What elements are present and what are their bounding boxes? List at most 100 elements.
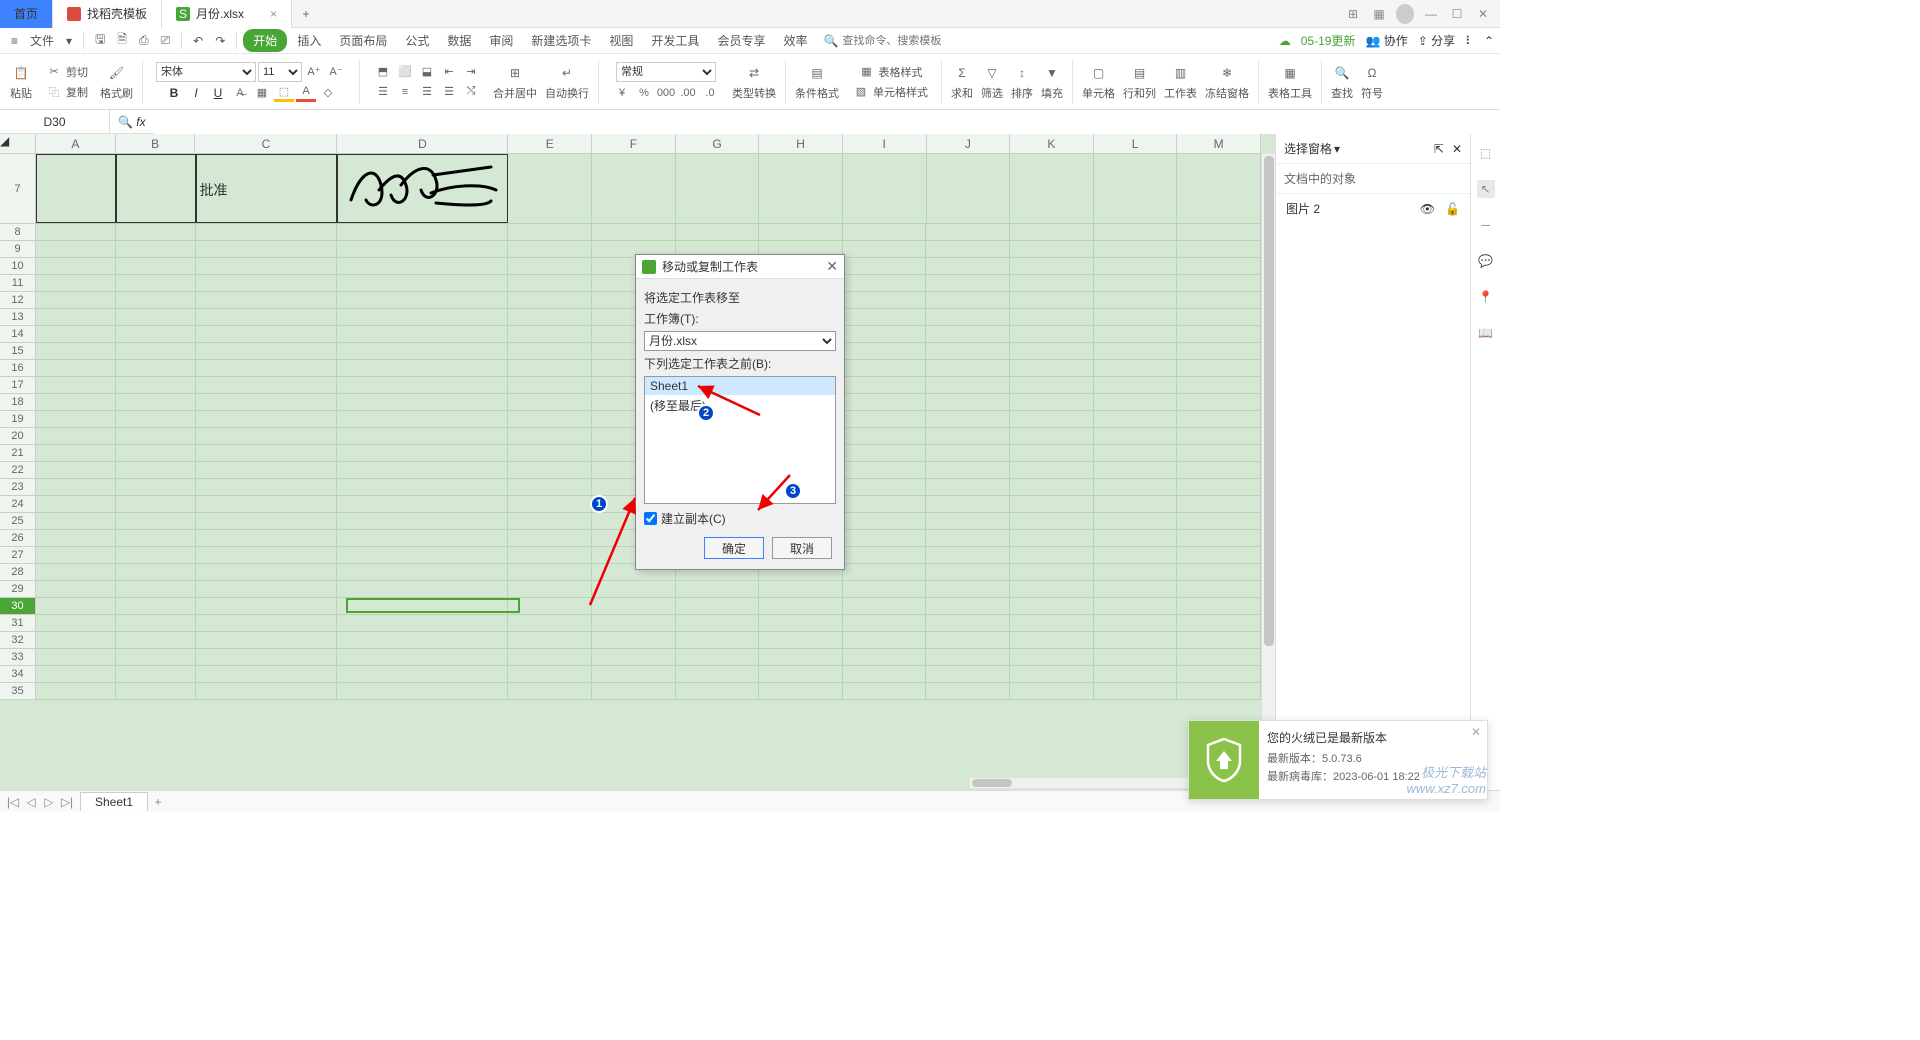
find-button[interactable]: 🔍查找 [1329, 60, 1355, 103]
fill-button[interactable]: ▼填充 [1039, 60, 1065, 103]
cell[interactable] [1094, 275, 1178, 291]
cell[interactable] [843, 377, 927, 393]
cell[interactable] [196, 343, 338, 359]
cell[interactable] [36, 360, 116, 376]
cell[interactable] [927, 154, 1011, 223]
cell[interactable] [1177, 394, 1261, 410]
cell[interactable] [337, 241, 508, 257]
cell[interactable] [592, 598, 676, 614]
sheet-prev-icon[interactable]: ◁ [24, 795, 38, 809]
cell[interactable] [759, 598, 843, 614]
cell[interactable] [337, 309, 508, 325]
row-header[interactable]: 17 [0, 377, 35, 394]
pin-icon[interactable]: ⇱ [1434, 142, 1444, 156]
cell[interactable] [1094, 462, 1178, 478]
vertical-scrollbar[interactable] [1261, 154, 1275, 790]
row-header[interactable]: 26 [0, 530, 35, 547]
cell[interactable] [116, 513, 196, 529]
cell[interactable] [1177, 632, 1261, 648]
cell[interactable] [592, 632, 676, 648]
cell[interactable] [1177, 496, 1261, 512]
cell[interactable] [116, 462, 196, 478]
cell[interactable] [1094, 411, 1178, 427]
cell[interactable] [116, 632, 196, 648]
row-header[interactable]: 20 [0, 428, 35, 445]
cell[interactable] [116, 496, 196, 512]
sheet-tab[interactable]: Sheet1 [80, 792, 148, 811]
cell[interactable] [1177, 564, 1261, 580]
cell[interactable] [843, 479, 927, 495]
cell[interactable] [843, 615, 927, 631]
cut-icon[interactable]: ✂ [44, 63, 64, 81]
cell[interactable] [1177, 343, 1261, 359]
row-header[interactable]: 11 [0, 275, 35, 292]
cell[interactable] [843, 564, 927, 580]
cell[interactable] [36, 632, 116, 648]
cancel-button[interactable]: 取消 [772, 537, 832, 559]
cell[interactable] [196, 530, 338, 546]
cell[interactable] [926, 632, 1010, 648]
cell[interactable] [676, 154, 760, 223]
cell[interactable] [1094, 615, 1178, 631]
tab-eff[interactable]: 效率 [775, 29, 815, 52]
share-icon[interactable]: ⇪ 分享 [1418, 32, 1455, 49]
formula-input[interactable] [154, 110, 1500, 134]
row-header[interactable]: 32 [0, 632, 35, 649]
cell[interactable] [926, 394, 1010, 410]
fx-icon[interactable]: 🔍 fx [110, 115, 154, 129]
cell[interactable] [337, 360, 508, 376]
cell[interactable] [508, 326, 592, 342]
copy-checkbox[interactable]: 建立副本(C) [644, 510, 836, 527]
cell[interactable] [36, 496, 116, 512]
cell[interactable] [116, 360, 196, 376]
cell-button[interactable]: ▢单元格 [1080, 60, 1117, 103]
cell[interactable] [759, 581, 843, 597]
cell[interactable] [1010, 428, 1094, 444]
cell[interactable] [926, 326, 1010, 342]
cell[interactable] [508, 683, 592, 699]
freeze-button[interactable]: ❄冻结窗格 [1203, 60, 1251, 103]
tab-formula[interactable]: 公式 [397, 29, 437, 52]
cell[interactable] [116, 258, 196, 274]
col-header[interactable]: C [195, 134, 337, 153]
cell[interactable] [196, 224, 338, 240]
cell[interactable] [1094, 683, 1178, 699]
rowcol-button[interactable]: ▤行和列 [1121, 60, 1158, 103]
arrow-tool-icon[interactable]: ↖ [1477, 180, 1495, 198]
cell[interactable] [196, 326, 338, 342]
tab-home[interactable]: 首页 [0, 0, 53, 28]
cell[interactable] [843, 513, 927, 529]
cell[interactable] [36, 649, 116, 665]
cell[interactable] [36, 154, 116, 223]
cell[interactable] [508, 479, 592, 495]
cell[interactable] [1177, 360, 1261, 376]
row-header[interactable]: 12 [0, 292, 35, 309]
paste-button[interactable]: 📋粘贴 [8, 60, 34, 103]
cell[interactable] [337, 632, 508, 648]
cell[interactable] [1177, 479, 1261, 495]
cell[interactable] [1010, 377, 1094, 393]
avatar[interactable] [1396, 4, 1414, 24]
orientation-icon[interactable]: ⤭ [461, 83, 481, 101]
row-header[interactable]: 23 [0, 479, 35, 496]
cell[interactable] [1177, 547, 1261, 563]
clear-format-icon[interactable]: ◇ [318, 84, 338, 102]
cell[interactable] [843, 683, 927, 699]
cell[interactable] [508, 377, 592, 393]
cell[interactable] [1094, 445, 1178, 461]
tab-insert[interactable]: 插入 [289, 29, 329, 52]
cell[interactable] [36, 462, 116, 478]
cell[interactable] [36, 275, 116, 291]
cell[interactable] [1010, 309, 1094, 325]
cell[interactable] [1094, 258, 1178, 274]
col-header[interactable]: D [337, 134, 508, 153]
col-header[interactable]: G [676, 134, 760, 153]
sheet-first-icon[interactable]: |◁ [6, 795, 20, 809]
cell[interactable] [196, 241, 338, 257]
row-header[interactable]: 19 [0, 411, 35, 428]
cell[interactable] [1010, 411, 1094, 427]
cell[interactable] [508, 649, 592, 665]
cell[interactable] [759, 683, 843, 699]
cell[interactable] [36, 377, 116, 393]
cell[interactable] [337, 513, 508, 529]
